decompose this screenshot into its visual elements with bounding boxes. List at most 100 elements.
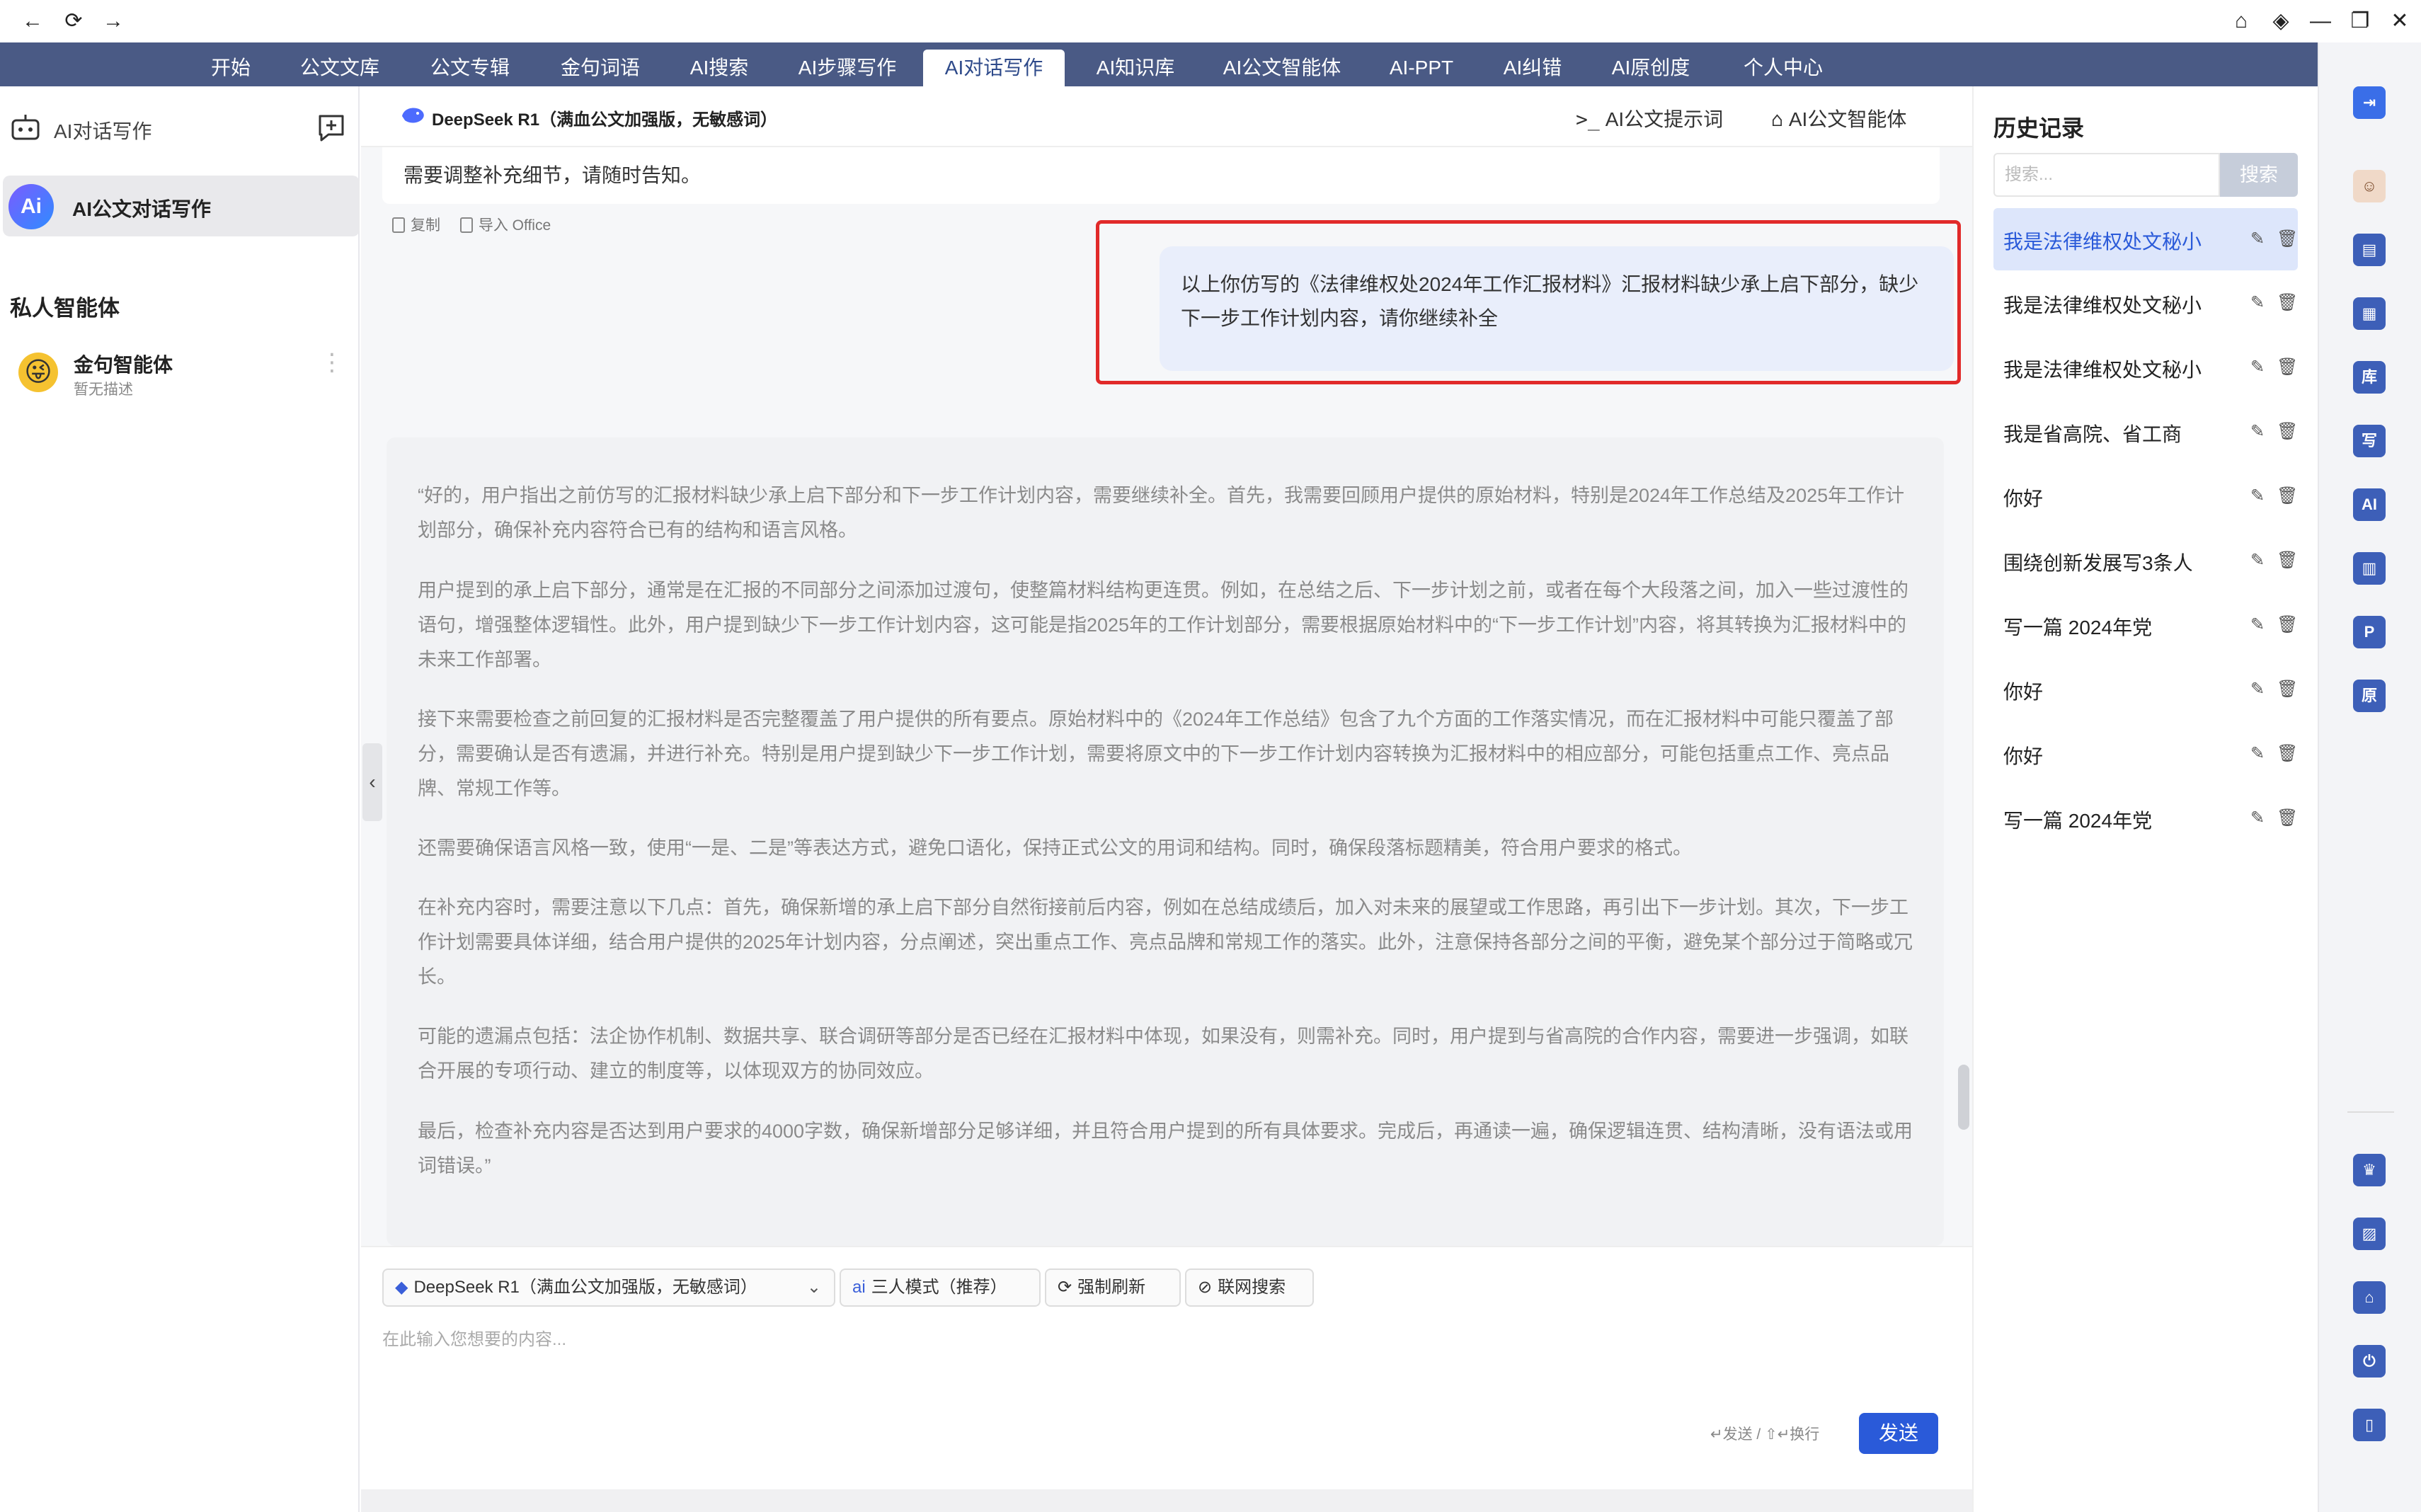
history-item[interactable]: 你好 ✎ 🗑: [1993, 723, 2298, 785]
write-icon[interactable]: 写: [2353, 425, 2386, 457]
edit-icon[interactable]: ✎: [2248, 551, 2267, 571]
close-icon[interactable]: ✕: [2386, 7, 2414, 35]
minimize-icon[interactable]: —: [2306, 7, 2335, 35]
tab-ai-correction[interactable]: AI纠错: [1494, 50, 1572, 86]
history-item-label: 我是省高院、省工商: [2003, 423, 2182, 445]
history-item-label: 你好: [2003, 745, 2044, 767]
tab-ai-knowledge[interactable]: AI知识库: [1086, 50, 1185, 86]
history-item-label: 我是法律维权处文秘小: [2003, 231, 2202, 253]
tab-ai-ppt[interactable]: AI-PPT: [1379, 50, 1464, 86]
edit-icon[interactable]: ✎: [2248, 808, 2267, 828]
mode-button[interactable]: ai 三人模式（推荐）: [840, 1268, 1041, 1307]
tab-ai-search[interactable]: AI搜索: [681, 50, 757, 86]
send-button[interactable]: 发送: [1859, 1413, 1938, 1454]
new-chat-icon[interactable]: [316, 112, 347, 143]
agent-name: 金句智能体: [74, 354, 173, 376]
document-icon[interactable]: ▦: [2353, 297, 2386, 330]
tab-ai-agent[interactable]: AI公文智能体: [1215, 50, 1349, 86]
import-office-button[interactable]: 导入 Office: [459, 217, 551, 234]
deepseek-whale-icon: [402, 108, 424, 123]
web-search-button[interactable]: ⊘ 联网搜索: [1185, 1268, 1314, 1307]
history-item[interactable]: 我是法律维权处文秘小 ✎ 🗑: [1993, 208, 2298, 270]
report-icon[interactable]: ▥: [2353, 552, 2386, 585]
original-icon[interactable]: 原: [2353, 680, 2386, 712]
edit-icon[interactable]: ✎: [2248, 744, 2267, 764]
copy-button[interactable]: 复制: [392, 217, 440, 234]
history-item[interactable]: 你好 ✎ 🗑: [1993, 658, 2298, 721]
history-item[interactable]: 围绕创新发展写3条人 ✎ 🗑: [1993, 529, 2298, 592]
tab-albums[interactable]: 公文专辑: [420, 50, 520, 86]
trash-icon[interactable]: 🗑: [2277, 357, 2298, 377]
edit-icon[interactable]: ✎: [2248, 293, 2267, 313]
history-item[interactable]: 我是法律维权处文秘小 ✎ 🗑: [1993, 336, 2298, 399]
history-item-label: 我是法律维权处文秘小: [2003, 359, 2202, 381]
edit-icon[interactable]: ✎: [2248, 229, 2267, 249]
chevron-down-icon: ⌄: [806, 1278, 821, 1297]
history-item[interactable]: 我是省高院、省工商 ✎ 🗑: [1993, 401, 2298, 463]
trash-icon[interactable]: 🗑: [2277, 229, 2298, 249]
trash-icon[interactable]: 🗑: [2277, 422, 2298, 442]
avatar-icon[interactable]: ☺: [2353, 170, 2386, 202]
trash-icon[interactable]: 🗑: [2277, 615, 2298, 635]
kb-icon[interactable]: 库: [2353, 361, 2386, 394]
restore-icon[interactable]: ❐: [2346, 7, 2374, 35]
forward-icon[interactable]: →: [99, 7, 127, 35]
more-options-icon[interactable]: ⋮: [320, 350, 344, 386]
right-icon-rail: ⇥ ☺ ▤ ▦ 库写 AI ▥ P 原 ♛ ▨ ⌂ ⏻ ▯: [2318, 42, 2421, 1512]
exit-icon[interactable]: ⇥: [2353, 86, 2386, 119]
home-icon[interactable]: ⌂: [2227, 7, 2255, 35]
force-refresh-button[interactable]: ⟳ 强制刷新: [1045, 1268, 1181, 1307]
back-icon[interactable]: ←: [18, 7, 47, 35]
chart-icon[interactable]: ▨: [2353, 1218, 2386, 1250]
history-search-input[interactable]: 搜索...: [1993, 153, 2220, 197]
library-icon[interactable]: ▤: [2353, 234, 2386, 266]
shortcut-hint: ↵发送 / ⇧↵换行: [1710, 1426, 1820, 1443]
refresh-icon[interactable]: ⟳: [59, 7, 88, 35]
history-item[interactable]: 我是法律维权处文秘小 ✎ 🗑: [1993, 272, 2298, 334]
edit-icon[interactable]: ✎: [2248, 357, 2267, 377]
edit-icon[interactable]: ✎: [2248, 615, 2267, 635]
history-search-button[interactable]: 搜索: [2220, 153, 2298, 197]
tab-phrases[interactable]: 金句词语: [551, 50, 650, 86]
robot-small-icon: ⌂: [1771, 108, 1783, 131]
tab-start[interactable]: 开始: [195, 50, 266, 86]
trash-icon[interactable]: 🗑: [2277, 744, 2298, 764]
tab-library[interactable]: 公文文库: [290, 50, 389, 86]
trash-icon[interactable]: 🗑: [2277, 551, 2298, 571]
edit-icon[interactable]: ✎: [2248, 422, 2267, 442]
tab-ai-originality[interactable]: AI原创度: [1601, 50, 1700, 86]
model-select[interactable]: ◆ DeepSeek R1（满血公文加强版，无敏感词） ⌄: [382, 1268, 835, 1307]
prompt-library-button[interactable]: >_ AI公文提示词: [1576, 104, 1723, 132]
collapse-sidebar-icon[interactable]: ‹: [362, 743, 382, 821]
trash-icon[interactable]: 🗑: [2277, 680, 2298, 699]
home-icon[interactable]: ⌂: [2353, 1281, 2386, 1314]
edit-icon[interactable]: ✎: [2248, 486, 2267, 506]
tab-personal-center[interactable]: 个人中心: [1730, 50, 1836, 86]
trash-icon[interactable]: 🗑: [2277, 808, 2298, 828]
pin-icon[interactable]: ◈: [2267, 7, 2295, 35]
trash-icon[interactable]: 🗑: [2277, 486, 2298, 506]
tab-ai-step-writing[interactable]: AI步骤写作: [787, 50, 908, 86]
reasoning-paragraph: “好的，用户指出之前仿写的汇报材料缺少承上启下部分和下一步工作计划内容，需要继续…: [418, 485, 1905, 541]
message-input[interactable]: 在此输入您想要的内容...: [382, 1325, 566, 1350]
reasoning-paragraph: 还需要确保语言风格一致，使用“一是、二是”等表达方式，避免口语化，保持正式公文的…: [418, 837, 1692, 859]
tab-ai-chat-writing[interactable]: AI对话写作: [923, 50, 1065, 86]
reasoning-paragraph: 可能的遗漏点包括：法企协作机制、数据共享、联合调研等部分是否已经在汇报材料中体现…: [418, 1026, 1908, 1082]
chat-area[interactable]: 需要调整补充细节，请随时告知。 复制 导入 Office 以上你仿写的《法律维权…: [361, 147, 1972, 1246]
history-item[interactable]: 写一篇 2024年党 ✎ 🗑: [1993, 787, 2298, 849]
phone-icon[interactable]: ▯: [2353, 1409, 2386, 1441]
trash-icon[interactable]: 🗑: [2277, 293, 2298, 313]
sidebar-item-ai-chat-writing[interactable]: Ai AI公文对话写作: [3, 176, 360, 236]
crown-icon[interactable]: ♛: [2353, 1154, 2386, 1186]
agent-button[interactable]: ⌂ AI公文智能体: [1771, 104, 1906, 132]
agent-item[interactable]: 😜 金句智能体 暂无描述 ⋮: [16, 348, 348, 405]
history-item[interactable]: 写一篇 2024年党 ✎ 🗑: [1993, 594, 2298, 656]
edit-icon[interactable]: ✎: [2248, 680, 2267, 699]
chat-scrollbar[interactable]: [1958, 1065, 1969, 1130]
mode-label: 三人模式（推荐）: [871, 1278, 1007, 1297]
history-item[interactable]: 你好 ✎ 🗑: [1993, 465, 2298, 527]
ppt-icon[interactable]: P: [2353, 616, 2386, 648]
power-icon[interactable]: ⏻: [2353, 1345, 2386, 1378]
import-office-label: 导入 Office: [478, 217, 551, 234]
ai-icon[interactable]: AI: [2353, 488, 2386, 521]
